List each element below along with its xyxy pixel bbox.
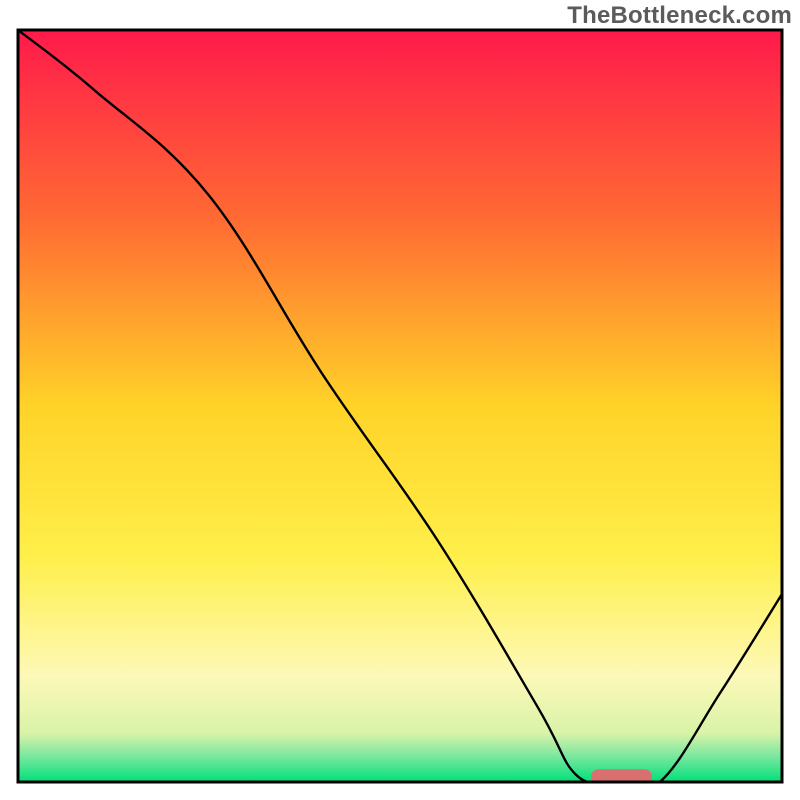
chart-stage: TheBottleneck.com xyxy=(0,0,800,800)
plot-area xyxy=(18,30,782,790)
gradient-background xyxy=(18,30,782,782)
bottleneck-chart xyxy=(0,0,800,800)
watermark-text: TheBottleneck.com xyxy=(567,2,792,30)
